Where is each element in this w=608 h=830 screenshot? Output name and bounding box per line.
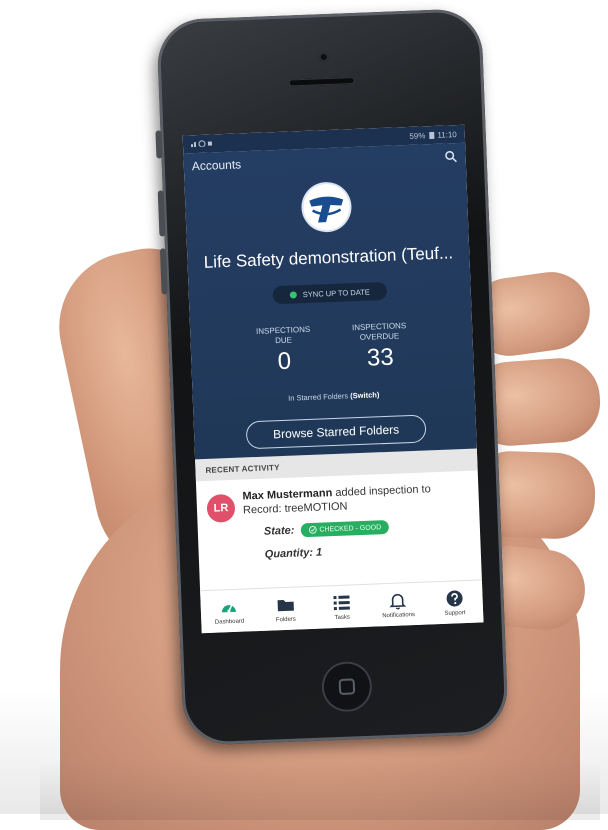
tab-folders[interactable]: Folders: [256, 587, 314, 631]
front-camera: [318, 51, 329, 63]
tab-tasks[interactable]: Tasks: [313, 585, 371, 629]
activity-user: Max Mustermann: [242, 487, 333, 503]
earpiece-speaker: [288, 76, 355, 87]
tab-label: Notifications: [382, 611, 416, 619]
tab-support[interactable]: Support: [426, 580, 484, 624]
avatar: LR: [206, 493, 236, 523]
sync-status-badge: SYNC UP TO DATE: [272, 281, 388, 305]
bell-icon: [389, 593, 407, 609]
starred-folders-caption: In Starred Folders (Switch): [193, 387, 475, 407]
state-row: State: CHECKED - GOOD: [263, 519, 390, 539]
tab-dashboard[interactable]: Dashboard: [200, 589, 258, 633]
accounts-link[interactable]: Accounts: [192, 157, 242, 173]
stat-label: DUE: [274, 335, 293, 346]
status-left-icons: [190, 138, 213, 149]
search-icon[interactable]: [444, 150, 457, 163]
dashboard-hero: Accounts Life Safety demonstration (Teuf…: [183, 142, 477, 460]
stat-value: 33: [366, 343, 395, 372]
tab-notifications[interactable]: Notifications: [369, 583, 427, 627]
volume-down-button: [159, 248, 168, 295]
state-label: State:: [263, 524, 295, 538]
inspections-due-stat[interactable]: INSPECTIONS DUE 0: [238, 324, 330, 377]
stat-value: 0: [277, 347, 292, 376]
dashboard-icon: [222, 604, 237, 613]
state-badge: CHECKED - GOOD: [300, 519, 390, 538]
status-right: 59% 11:10: [409, 130, 457, 141]
browse-starred-folders-button[interactable]: Browse Starred Folders: [245, 414, 427, 450]
background-shadow: [40, 760, 600, 820]
quantity-row: Quantity: 1: [264, 546, 323, 561]
starred-prefix: In Starred Folders: [287, 391, 351, 403]
phone-screen: 59% 11:10 Accounts Life Safety demonstra…: [182, 124, 484, 634]
account-title: Life Safety demonstration (Teuf...: [203, 243, 454, 272]
activity-text: Max Mustermann added inspection to Recor…: [242, 481, 469, 518]
mute-switch: [155, 130, 163, 159]
tab-label: Tasks: [334, 614, 351, 621]
stat-label: OVERDUE: [359, 331, 400, 342]
sync-status-text: SYNC UP TO DATE: [302, 287, 370, 299]
sync-status-dot: [289, 290, 297, 299]
tab-label: Support: [444, 609, 466, 617]
clock: 11:10: [437, 129, 457, 140]
list-icon: [333, 595, 350, 610]
tab-label: Dashboard: [214, 618, 245, 626]
battery-icon: [428, 131, 434, 140]
tab-label: Folders: [275, 616, 296, 623]
state-value: CHECKED - GOOD: [319, 523, 382, 534]
inspections-overdue-stat[interactable]: INSPECTIONS OVERDUE 33: [334, 320, 426, 373]
help-icon: [446, 589, 463, 606]
volume-up-button: [157, 190, 166, 237]
check-circle-icon: [308, 526, 317, 534]
battery-percent: 59%: [409, 130, 426, 141]
home-button[interactable]: [320, 660, 373, 713]
signal-icon: [190, 140, 213, 148]
phone-device: 59% 11:10 Accounts Life Safety demonstra…: [155, 8, 509, 746]
switch-link[interactable]: (Switch): [350, 390, 379, 400]
company-logo: [302, 183, 351, 231]
folder-icon: [277, 599, 294, 611]
